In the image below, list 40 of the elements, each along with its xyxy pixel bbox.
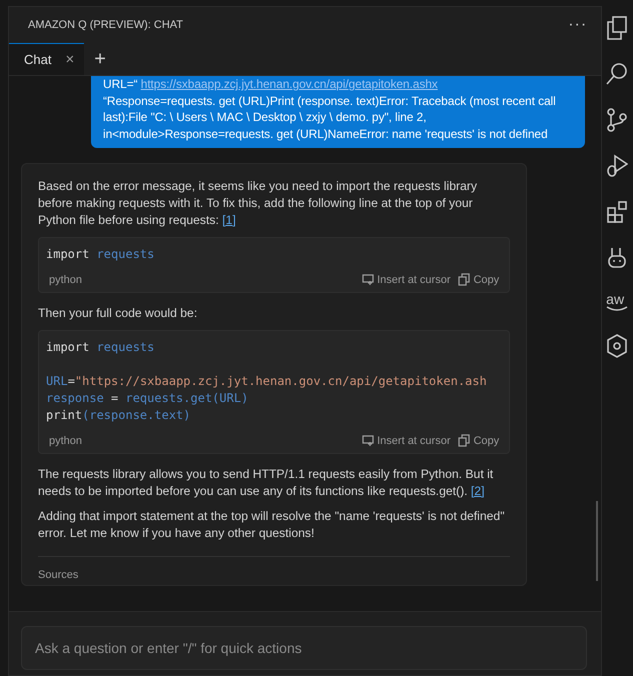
insert-at-cursor-button[interactable]: Insert at cursor xyxy=(362,434,450,447)
answer-text: Then your full code would be: xyxy=(38,305,198,322)
link[interactable]: [1] xyxy=(222,213,236,227)
insert-at-cursor-button[interactable]: Insert at cursor xyxy=(362,273,450,286)
answer-text: Adding that import statement at the top will resolve the "name 'requests' is not defined" error. Let me know if you have any other questions! xyxy=(38,508,506,542)
sources-heading: Sources xyxy=(38,569,80,581)
chat-tab[interactable]: Chat × xyxy=(9,43,84,75)
copy-button[interactable]: Copy xyxy=(458,434,500,447)
extensions-icon[interactable] xyxy=(606,200,628,224)
copy-icon xyxy=(458,434,470,447)
language-label: python xyxy=(49,434,82,446)
link[interactable]: [2] xyxy=(470,484,484,498)
message-text: URL=“ xyxy=(103,77,139,91)
more-actions-button[interactable]: ··· xyxy=(564,16,592,34)
close-button[interactable]: × xyxy=(63,51,76,68)
insert-icon xyxy=(362,434,374,447)
new-tab-button[interactable]: + xyxy=(84,43,116,75)
insert-icon xyxy=(362,273,374,286)
code-line: import requests xyxy=(46,339,156,356)
message-text: “Response=requests. get (URL)Print (response. text)Error: Traceback (most recent call last):File "C: \ Users \ MAC \ Desktop \ zxjy \ demo. py", line 2, in<module>Response=requests. get (URL)NameError: name 'requests' is not defined xyxy=(103,92,557,142)
language-label: python xyxy=(49,274,82,286)
copy-icon xyxy=(458,273,470,286)
files-icon[interactable] xyxy=(606,16,628,40)
answer-text: The requests library allows you to send HTTP/1.1 requests easily from Python. But it needs to be imported before you can use any of its functions like requests.get(). [2] xyxy=(38,466,494,500)
chat-input-field[interactable]: Ask a question or enter "/" for quick actions xyxy=(21,626,588,670)
panel-title: AMAZON Q (PREVIEW): CHAT xyxy=(28,19,184,31)
tab-label[interactable]: Chat xyxy=(24,52,52,67)
answer-text: Based on the error message, it seems like you need to import the requests library before making requests with it. To fix this, add the following line at the top of your Python file before using requests: [1] xyxy=(38,178,478,229)
code-line: import requests xyxy=(46,246,156,263)
rabbit-icon[interactable] xyxy=(606,246,628,270)
aws-logo[interactable]: aw xyxy=(606,292,628,312)
search-icon[interactable] xyxy=(606,62,628,86)
code-line: response = requests.get(URL) xyxy=(46,390,250,407)
hexagon-icon[interactable] xyxy=(606,334,628,358)
code-line: URL="https://sxbaapp.zcj.jyt.henan.gov.cn/api/getapitoken.ash xyxy=(46,373,488,390)
run-debug-icon[interactable] xyxy=(606,154,628,178)
source-control-icon[interactable] xyxy=(606,108,628,132)
scrollbar-thumb[interactable] xyxy=(596,501,598,581)
copy-button[interactable]: Copy xyxy=(458,273,500,286)
code-line: print(response.text) xyxy=(46,407,192,424)
